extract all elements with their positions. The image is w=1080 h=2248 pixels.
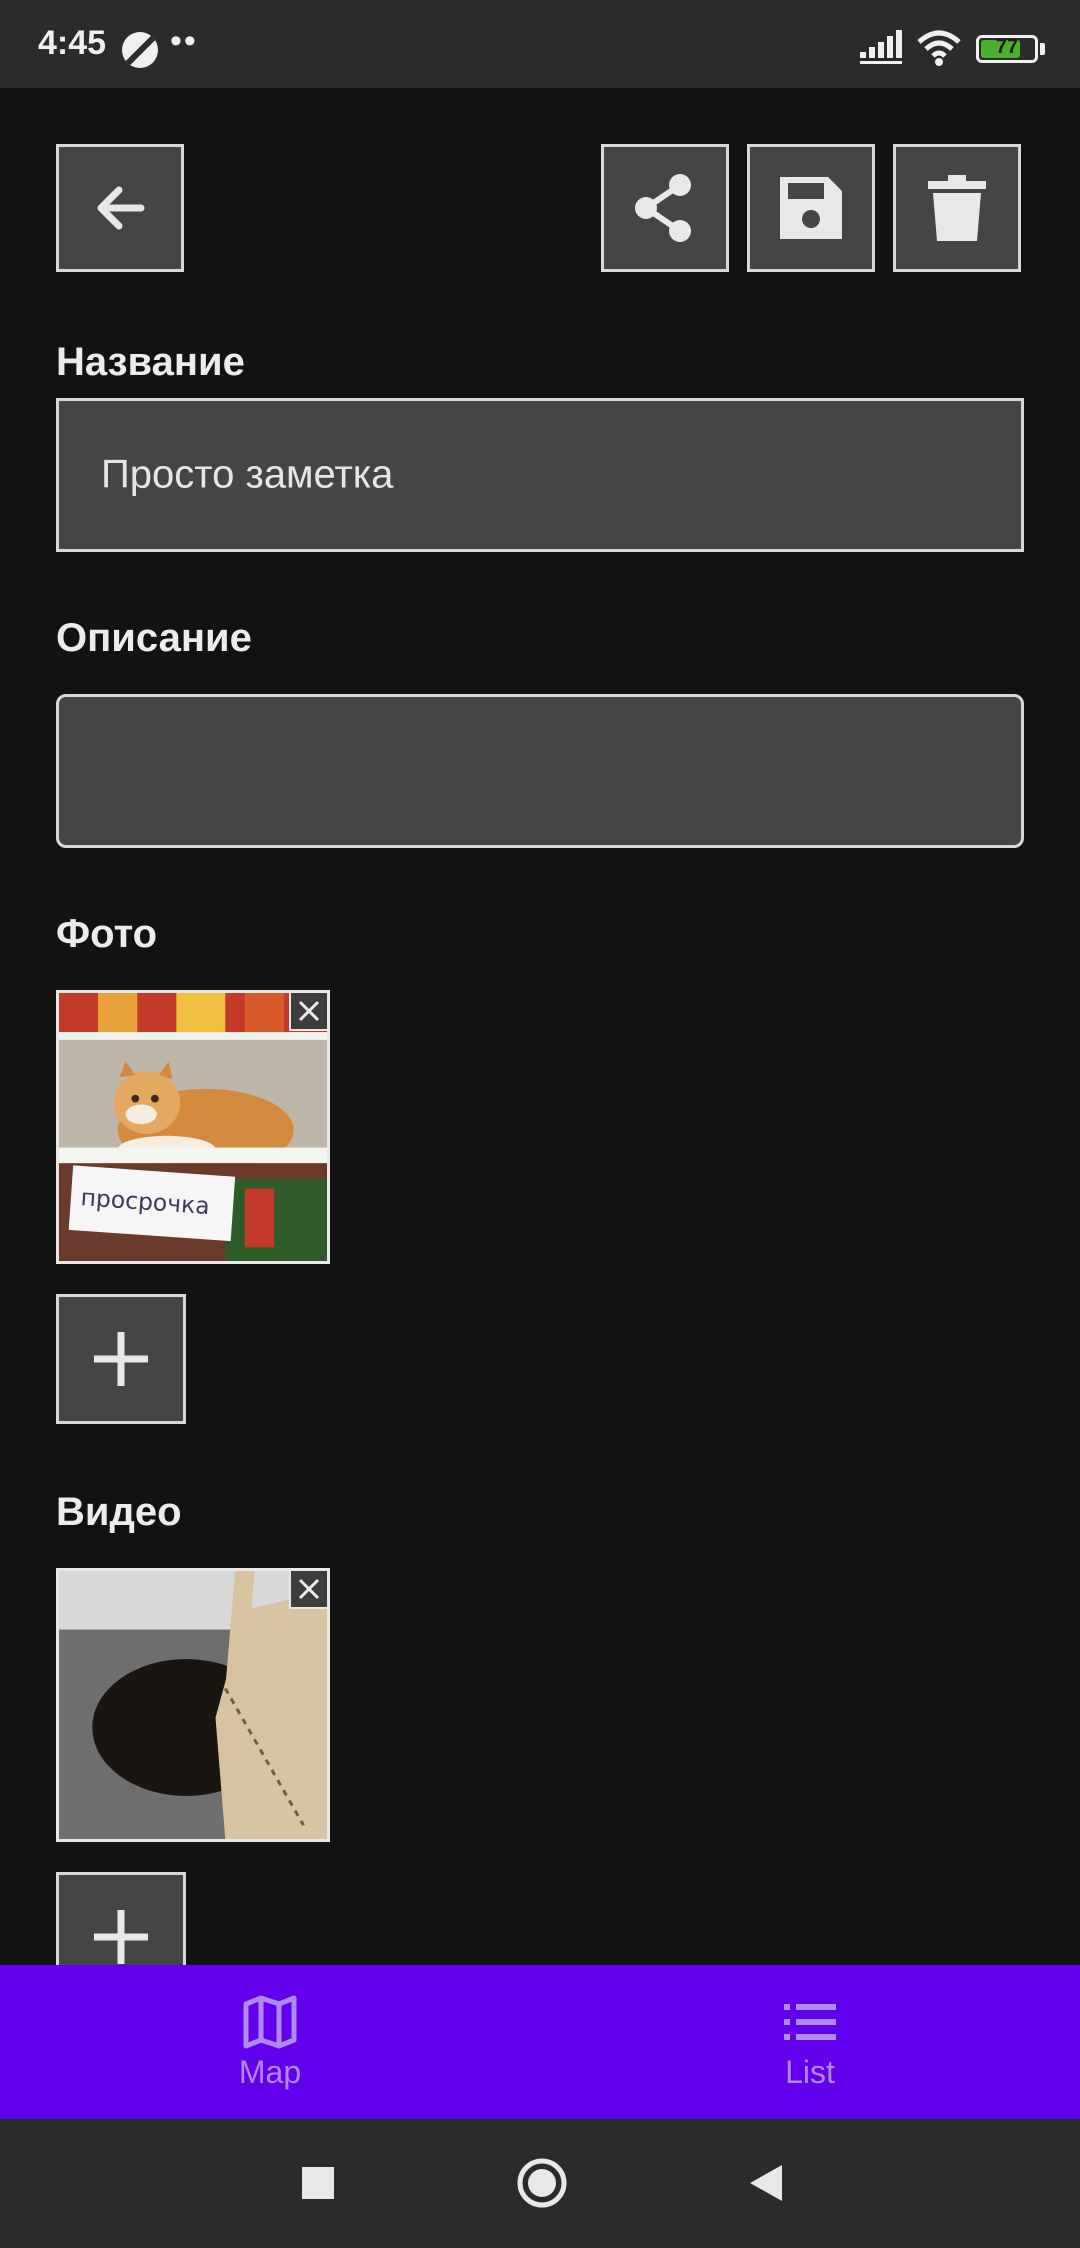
photo-label: Фото [56,912,158,956]
back-nav-button[interactable] [736,2153,796,2213]
share-button[interactable] [601,144,729,272]
description-label: Описание [56,616,252,660]
photo-thumbnail[interactable]: просрочка [56,990,330,1264]
wifi-icon [917,30,961,66]
remove-photo-button[interactable] [289,993,327,1031]
map-icon [243,1995,297,2048]
plus-icon [94,1332,148,1386]
description-field[interactable] [56,694,1024,848]
battery-icon: 77 [976,35,1038,63]
battery-level: 77 [995,36,1019,58]
close-icon [298,1000,320,1022]
trash-icon [928,175,986,241]
list-icon [784,2003,836,2040]
share-icon [635,174,691,242]
status-bar: 4:45 •• 77 [0,0,1080,88]
floppy-disk-icon [780,177,842,239]
system-navigation-bar [0,2119,1080,2248]
title-field[interactable]: Просто заметка [56,398,1024,552]
remove-video-button[interactable] [289,1571,327,1609]
back-button[interactable] [56,144,184,272]
arrow-left-icon [97,186,145,230]
tab-map-label: Map [238,2053,302,2090]
video-frame-image [59,1571,327,1839]
tab-list-label: List [785,2053,835,2090]
notification-dots: •• [170,22,198,60]
circle-icon [517,2158,567,2208]
do-not-disturb-icon [122,32,158,68]
video-thumbnail[interactable] [56,1568,330,1842]
title-label: Название [56,340,245,384]
video-label: Видео [56,1490,182,1534]
tab-list[interactable]: List [540,1965,1080,2119]
signal-icon [860,30,902,64]
status-time: 4:45 [38,24,107,62]
plus-icon [94,1910,148,1964]
square-icon [302,2167,334,2199]
cat-photo-image: просрочка [59,993,327,1261]
tab-map[interactable]: Map [0,1965,540,2119]
save-button[interactable] [747,144,875,272]
delete-button[interactable] [893,144,1021,272]
title-value: Просто заметка [101,452,394,497]
close-icon [298,1578,320,1600]
add-photo-button[interactable] [56,1294,186,1424]
triangle-back-icon [750,2165,782,2201]
bottom-navigation: Map List [0,1965,1080,2119]
recents-button[interactable] [288,2153,348,2213]
home-button[interactable] [512,2153,572,2213]
